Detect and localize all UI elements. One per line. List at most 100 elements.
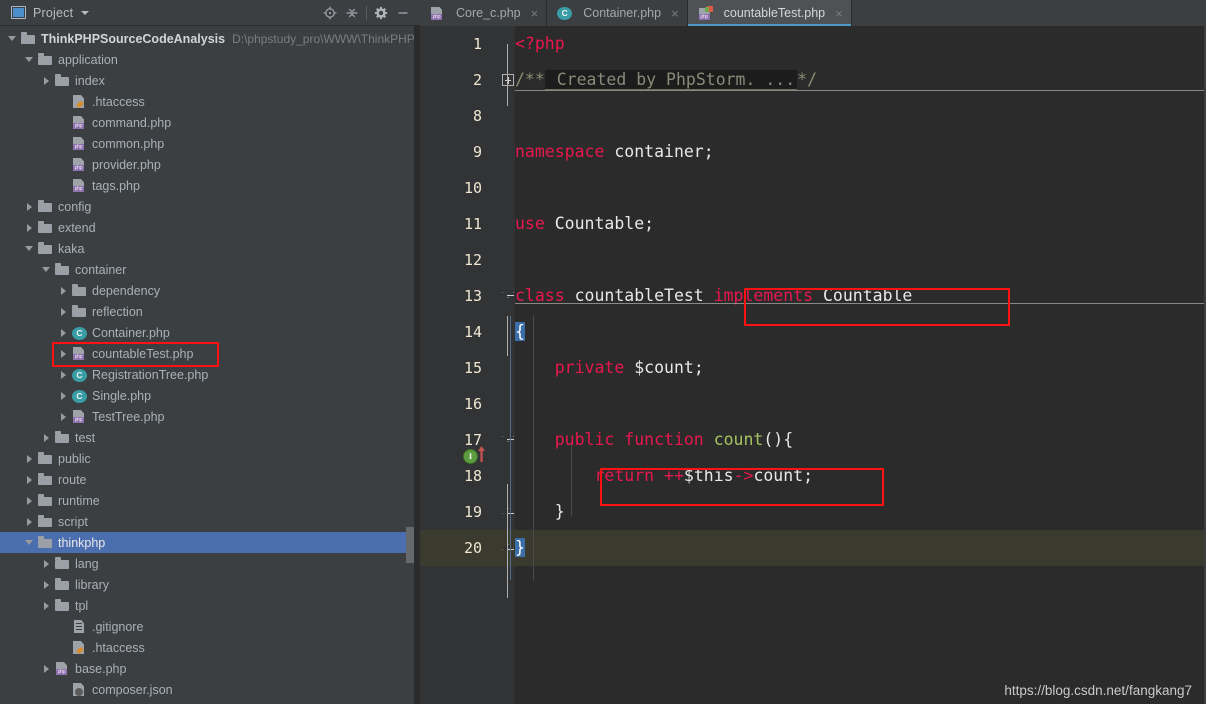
folder-icon — [38, 199, 53, 214]
chevron-down-icon[interactable] — [81, 11, 89, 15]
tree-row-label: route — [58, 473, 87, 487]
tree-row[interactable]: container — [0, 259, 420, 280]
chevron-right-icon[interactable] — [42, 601, 51, 610]
folder-icon — [72, 283, 87, 298]
chevron-right-icon[interactable] — [25, 475, 34, 484]
implements-interface-icon[interactable]: I — [463, 449, 478, 464]
tree-row[interactable]: reflection — [0, 301, 420, 322]
php-file-icon: php — [430, 6, 445, 21]
chevron-right-icon[interactable] — [42, 580, 51, 589]
tree-row[interactable]: phptags.php — [0, 175, 420, 196]
collapse-all-icon[interactable] — [341, 2, 363, 24]
tree-row[interactable]: phpcommon.php — [0, 133, 420, 154]
tree-row[interactable]: application — [0, 49, 420, 70]
chevron-right-icon[interactable] — [59, 286, 68, 295]
code-line[interactable]: return ++$this->count; — [515, 458, 813, 494]
code-line[interactable]: use Countable; — [515, 206, 654, 242]
tree-row[interactable]: extend — [0, 217, 420, 238]
fold-expand-icon[interactable] — [502, 74, 514, 86]
override-arrow-icon[interactable] — [477, 445, 486, 461]
tree-row[interactable]: library — [0, 574, 420, 595]
code-line[interactable]: } — [515, 530, 525, 566]
code-editor[interactable]: 1<?php2/** Created by PhpStorm. ...*/89n… — [420, 26, 1206, 704]
close-icon[interactable]: × — [671, 7, 679, 20]
tree-row[interactable]: route — [0, 469, 420, 490]
tree-row[interactable]: composer.json — [0, 679, 420, 700]
close-icon[interactable]: × — [835, 7, 843, 20]
chevron-right-icon[interactable] — [25, 202, 34, 211]
chevron-right-icon[interactable] — [25, 496, 34, 505]
chevron-right-icon[interactable] — [59, 349, 68, 358]
tree-row[interactable]: index — [0, 70, 420, 91]
gear-icon[interactable] — [370, 2, 392, 24]
project-tree[interactable]: ThinkPHPSourceCodeAnalysisD:\phpstudy_pr… — [0, 26, 420, 700]
chevron-down-icon[interactable] — [25, 55, 34, 64]
code-line[interactable]: public function count(){ — [515, 422, 793, 458]
tree-scrollbar-thumb[interactable] — [406, 527, 414, 563]
folder-icon — [55, 577, 70, 592]
main-area: ThinkPHPSourceCodeAnalysisD:\phpstudy_pr… — [0, 26, 1206, 704]
tree-row[interactable]: phpcountableTest.php — [0, 343, 420, 364]
code-text-area[interactable]: 1<?php2/** Created by PhpStorm. ...*/89n… — [515, 26, 1206, 704]
code-line[interactable]: /** Created by PhpStorm. ...*/ — [515, 62, 817, 98]
locate-icon[interactable] — [319, 2, 341, 24]
tree-row[interactable]: phpTestTree.php — [0, 406, 420, 427]
tree-row[interactable]: CRegistrationTree.php — [0, 364, 420, 385]
chevron-right-icon[interactable] — [42, 559, 51, 568]
chevron-right-icon[interactable] — [59, 328, 68, 337]
chevron-right-icon[interactable] — [42, 433, 51, 442]
tree-row[interactable]: thinkphp — [0, 532, 420, 553]
chevron-down-icon[interactable] — [25, 538, 34, 547]
chevron-right-icon[interactable] — [59, 391, 68, 400]
chevron-right-icon[interactable] — [25, 454, 34, 463]
chevron-right-icon[interactable] — [59, 370, 68, 379]
chevron-down-icon[interactable] — [25, 244, 34, 253]
chevron-down-icon[interactable] — [42, 265, 51, 274]
tree-row[interactable]: .htaccess — [0, 637, 420, 658]
chevron-down-icon[interactable] — [8, 34, 17, 43]
minimize-icon[interactable] — [392, 2, 414, 24]
tree-row[interactable]: phpprovider.php — [0, 154, 420, 175]
tab-core-c-php[interactable]: php Core_c.php × — [420, 0, 547, 26]
tree-row[interactable]: ThinkPHPSourceCodeAnalysisD:\phpstudy_pr… — [0, 28, 420, 49]
tree-row-label: tags.php — [92, 179, 140, 193]
tree-row[interactable]: lang — [0, 553, 420, 574]
htaccess-icon — [72, 640, 87, 655]
code-fold-column[interactable] — [501, 26, 515, 704]
tree-row[interactable]: CContainer.php — [0, 322, 420, 343]
chevron-right-icon[interactable] — [42, 76, 51, 85]
tree-row[interactable]: runtime — [0, 490, 420, 511]
fold-minus-line — [507, 295, 514, 296]
tree-row[interactable]: test — [0, 427, 420, 448]
code-line[interactable]: class countableTest implements Countable — [515, 278, 912, 314]
code-line[interactable]: namespace container; — [515, 134, 714, 170]
folder-icon — [21, 31, 36, 46]
tree-row[interactable]: CSingle.php — [0, 385, 420, 406]
ide-window: Project — [0, 0, 1206, 704]
close-icon[interactable]: × — [531, 7, 539, 20]
tree-row[interactable]: dependency — [0, 280, 420, 301]
line-number: 9 — [420, 134, 482, 170]
tree-row[interactable]: public — [0, 448, 420, 469]
chevron-right-icon[interactable] — [59, 412, 68, 421]
chevron-right-icon[interactable] — [25, 517, 34, 526]
chevron-right-icon[interactable] — [42, 664, 51, 673]
code-line[interactable]: } — [515, 494, 565, 530]
code-line[interactable]: { — [515, 314, 525, 350]
tree-row[interactable]: tpl — [0, 595, 420, 616]
code-line[interactable]: private $count; — [515, 350, 704, 386]
project-tree-pane[interactable]: ThinkPHPSourceCodeAnalysisD:\phpstudy_pr… — [0, 26, 420, 704]
chevron-right-icon[interactable] — [25, 223, 34, 232]
chevron-right-icon[interactable] — [59, 307, 68, 316]
tree-row[interactable]: .gitignore — [0, 616, 420, 637]
code-token: count; — [753, 466, 813, 485]
tree-row[interactable]: .htaccess — [0, 91, 420, 112]
code-line[interactable]: <?php — [515, 26, 565, 62]
tree-row[interactable]: phpbase.php — [0, 658, 420, 679]
tree-row[interactable]: kaka — [0, 238, 420, 259]
tree-row[interactable]: script — [0, 511, 420, 532]
tree-row[interactable]: phpcommand.php — [0, 112, 420, 133]
tab-countabletest-php[interactable]: php countableTest.php × — [688, 0, 852, 26]
tree-row[interactable]: config — [0, 196, 420, 217]
tab-container-php[interactable]: C Container.php × — [547, 0, 687, 26]
